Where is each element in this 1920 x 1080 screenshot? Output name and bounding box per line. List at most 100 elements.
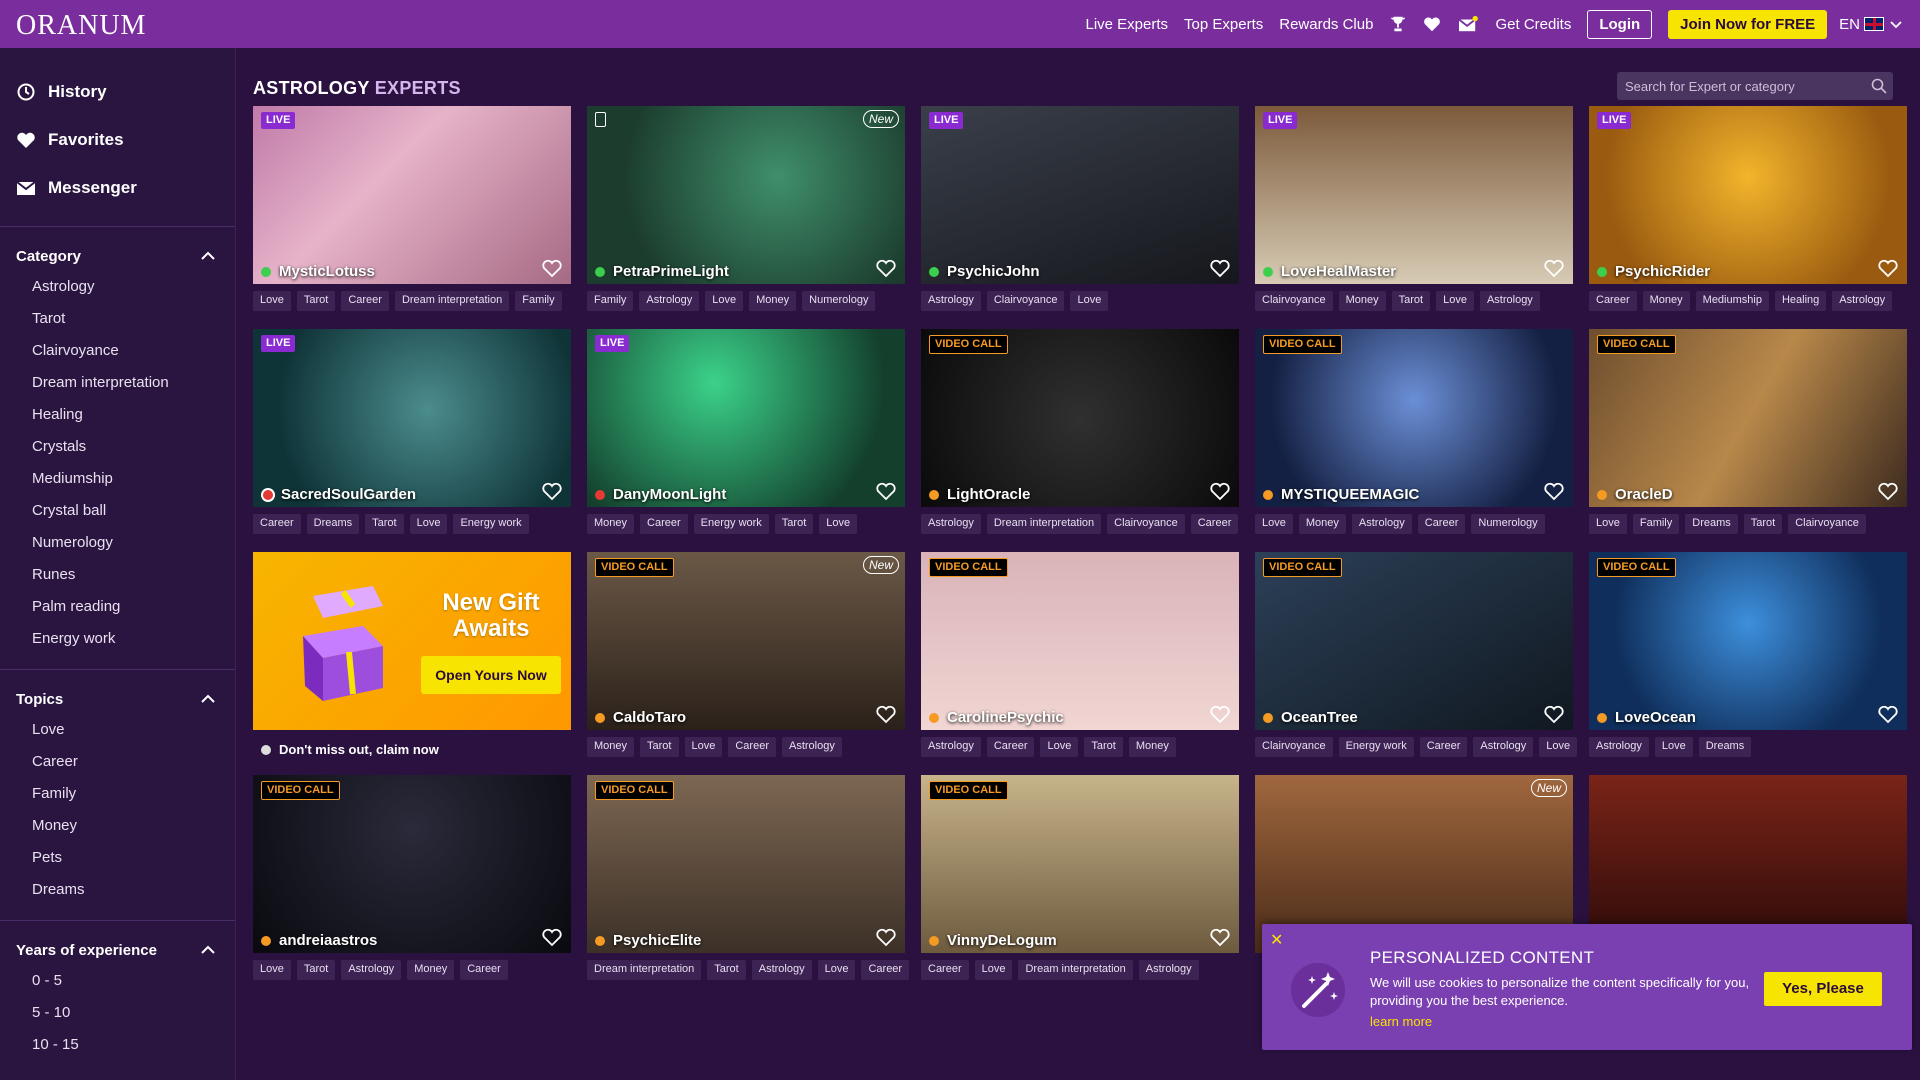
expert-name[interactable]: CaldoTaro [595, 709, 686, 726]
tag[interactable]: Money [1298, 514, 1346, 534]
heart-outline-icon[interactable] [541, 481, 563, 501]
expert-name[interactable]: LoveHealMaster [1263, 263, 1396, 280]
expert-photo[interactable]: VIDEO CALL andreiaastros [253, 775, 571, 953]
expert-name[interactable]: VinnyDeLogum [929, 932, 1057, 949]
tag[interactable]: Career [861, 960, 910, 980]
tag[interactable]: Love [1436, 291, 1474, 311]
expert-name[interactable]: MysticLotuss [261, 263, 375, 280]
expert-photo[interactable]: VIDEO CALL PsychicElite [587, 775, 905, 953]
tag[interactable]: Love [684, 737, 723, 757]
gift-banner[interactable]: New Gift Awaits Open Yours Now [253, 552, 571, 730]
expert-name[interactable]: OceanTree [1263, 709, 1358, 726]
tag[interactable]: Family [515, 291, 562, 311]
category-item[interactable]: Clairvoyance [0, 335, 235, 367]
category-item[interactable]: Palm reading [0, 591, 235, 623]
expert-card[interactable]: VIDEO CALL OceanTree Clairvoyance Energy wo… [1255, 552, 1578, 757]
expert-card[interactable]: LIVE PsychicJohn Astrology Clairvoyance Love [921, 106, 1239, 311]
tag[interactable]: Healing [1774, 291, 1827, 311]
category-item[interactable]: Tarot [0, 303, 235, 335]
expert-photo[interactable]: VIDEO CALL LightOracle [921, 329, 1239, 507]
tag[interactable]: Money [407, 960, 455, 980]
topics-header[interactable]: Topics [0, 684, 235, 714]
category-item[interactable]: Astrology [0, 271, 235, 303]
heart-outline-icon[interactable] [875, 481, 897, 501]
heart-outline-icon[interactable] [1877, 704, 1899, 724]
expert-photo[interactable]: VIDEO CALL CarolinePsychic [921, 552, 1239, 730]
tag[interactable]: Tarot [1391, 291, 1431, 311]
heart-outline-icon[interactable] [1209, 927, 1231, 947]
tag[interactable]: Tarot [1743, 514, 1783, 534]
heart-outline-icon[interactable] [1877, 258, 1899, 278]
category-header[interactable]: Category [0, 241, 235, 271]
expert-card[interactable]: VIDEO CALL LoveOcean Astrology Love Dreams [1589, 552, 1907, 757]
tag[interactable]: Tarot [296, 291, 336, 311]
tag[interactable]: Family [587, 291, 634, 311]
expert-photo[interactable]: LIVE DanyMoonLight [587, 329, 905, 507]
expert-card[interactable]: VIDEO CALL PsychicElite Dream interpretati… [587, 775, 910, 980]
mail-icon[interactable] [1457, 15, 1479, 33]
nav-live-experts[interactable]: Live Experts [1085, 16, 1168, 33]
expert-card[interactable]: LIVE MysticLotuss Love Tarot Career Dream int… [253, 106, 571, 311]
category-item[interactable]: Crystals [0, 431, 235, 463]
expert-photo[interactable]: VIDEO CALL OracleD [1589, 329, 1907, 507]
tag[interactable]: Astrology [921, 291, 981, 311]
tag[interactable]: Love [253, 960, 291, 980]
expert-card[interactable]: VIDEO CALL andreiaastros Love Tarot Astrolog… [253, 775, 571, 980]
heart-outline-icon[interactable] [1209, 258, 1231, 278]
join-button[interactable]: Join Now for FREE [1668, 9, 1828, 39]
expert-name[interactable]: PsychicElite [595, 932, 701, 949]
search-input[interactable]: Search for Expert or category [1617, 72, 1893, 100]
tag[interactable]: Clairvoyance [1255, 737, 1333, 757]
tag[interactable]: Energy work [453, 514, 529, 534]
experience-item[interactable]: 5 - 10 [0, 997, 235, 1029]
tag[interactable]: Career [728, 737, 776, 757]
category-item[interactable]: Numerology [0, 527, 235, 559]
tag[interactable]: Dream interpretation [986, 514, 1102, 534]
expert-name[interactable]: DanyMoonLight [595, 486, 726, 503]
category-item[interactable]: Crystal ball [0, 495, 235, 527]
trophy-icon[interactable] [1389, 15, 1407, 33]
category-item[interactable]: Mediumship [0, 463, 235, 495]
heart-icon[interactable] [1423, 15, 1441, 33]
heart-outline-icon[interactable] [875, 927, 897, 947]
tag[interactable]: Astrology [751, 960, 812, 980]
tag[interactable]: Astrology [1138, 960, 1199, 980]
tag[interactable]: Dreams [306, 514, 360, 534]
expert-card[interactable]: New PetraPrimeLight Family Astrology Love Mon… [587, 106, 905, 311]
tag[interactable]: Career [341, 291, 389, 311]
tag[interactable]: Tarot [365, 514, 404, 534]
tag[interactable]: Astrology [639, 291, 700, 311]
tag[interactable]: Clairvoyance [986, 291, 1065, 311]
tag[interactable]: Career [986, 737, 1035, 757]
category-item[interactable]: Runes [0, 559, 235, 591]
tag[interactable]: Astrology [1351, 514, 1412, 534]
accept-cookies-button[interactable]: Yes, Please [1764, 972, 1882, 1006]
topic-item[interactable]: Money [0, 810, 235, 842]
topic-item[interactable]: Career [0, 746, 235, 778]
expert-name[interactable]: PsychicRider [1597, 263, 1710, 280]
expert-name[interactable]: andreiaastros [261, 932, 377, 949]
tag[interactable]: Money [1338, 291, 1386, 311]
tag[interactable]: Family [1632, 514, 1680, 534]
login-button[interactable]: Login [1587, 9, 1653, 39]
tag[interactable]: Career [1417, 514, 1466, 534]
get-credits-link[interactable]: Get Credits [1495, 16, 1571, 33]
expert-card[interactable]: LIVE LoveHealMaster Clairvoyance Money Tarot… [1255, 106, 1573, 311]
tag[interactable]: Numerology [802, 291, 876, 311]
tag[interactable]: Love [1589, 514, 1627, 534]
tag[interactable]: Astrology [921, 737, 981, 757]
expert-photo[interactable]: VIDEO CALL LoveOcean [1589, 552, 1907, 730]
tag[interactable]: Clairvoyance [1788, 514, 1866, 534]
tag[interactable]: Mediumship [1695, 291, 1769, 311]
tag[interactable]: Money [587, 737, 635, 757]
tag[interactable]: Money [587, 514, 635, 534]
tag[interactable]: Love [253, 291, 291, 311]
search-icon[interactable] [1871, 78, 1887, 94]
category-item[interactable]: Dream interpretation [0, 367, 235, 399]
tag[interactable]: Love [409, 514, 448, 534]
experience-item[interactable]: 10 - 15 [0, 1029, 235, 1061]
tag[interactable]: Love [817, 960, 856, 980]
tag[interactable]: Career [640, 514, 688, 534]
tag[interactable]: Love [705, 291, 744, 311]
heart-outline-icon[interactable] [1543, 481, 1565, 501]
